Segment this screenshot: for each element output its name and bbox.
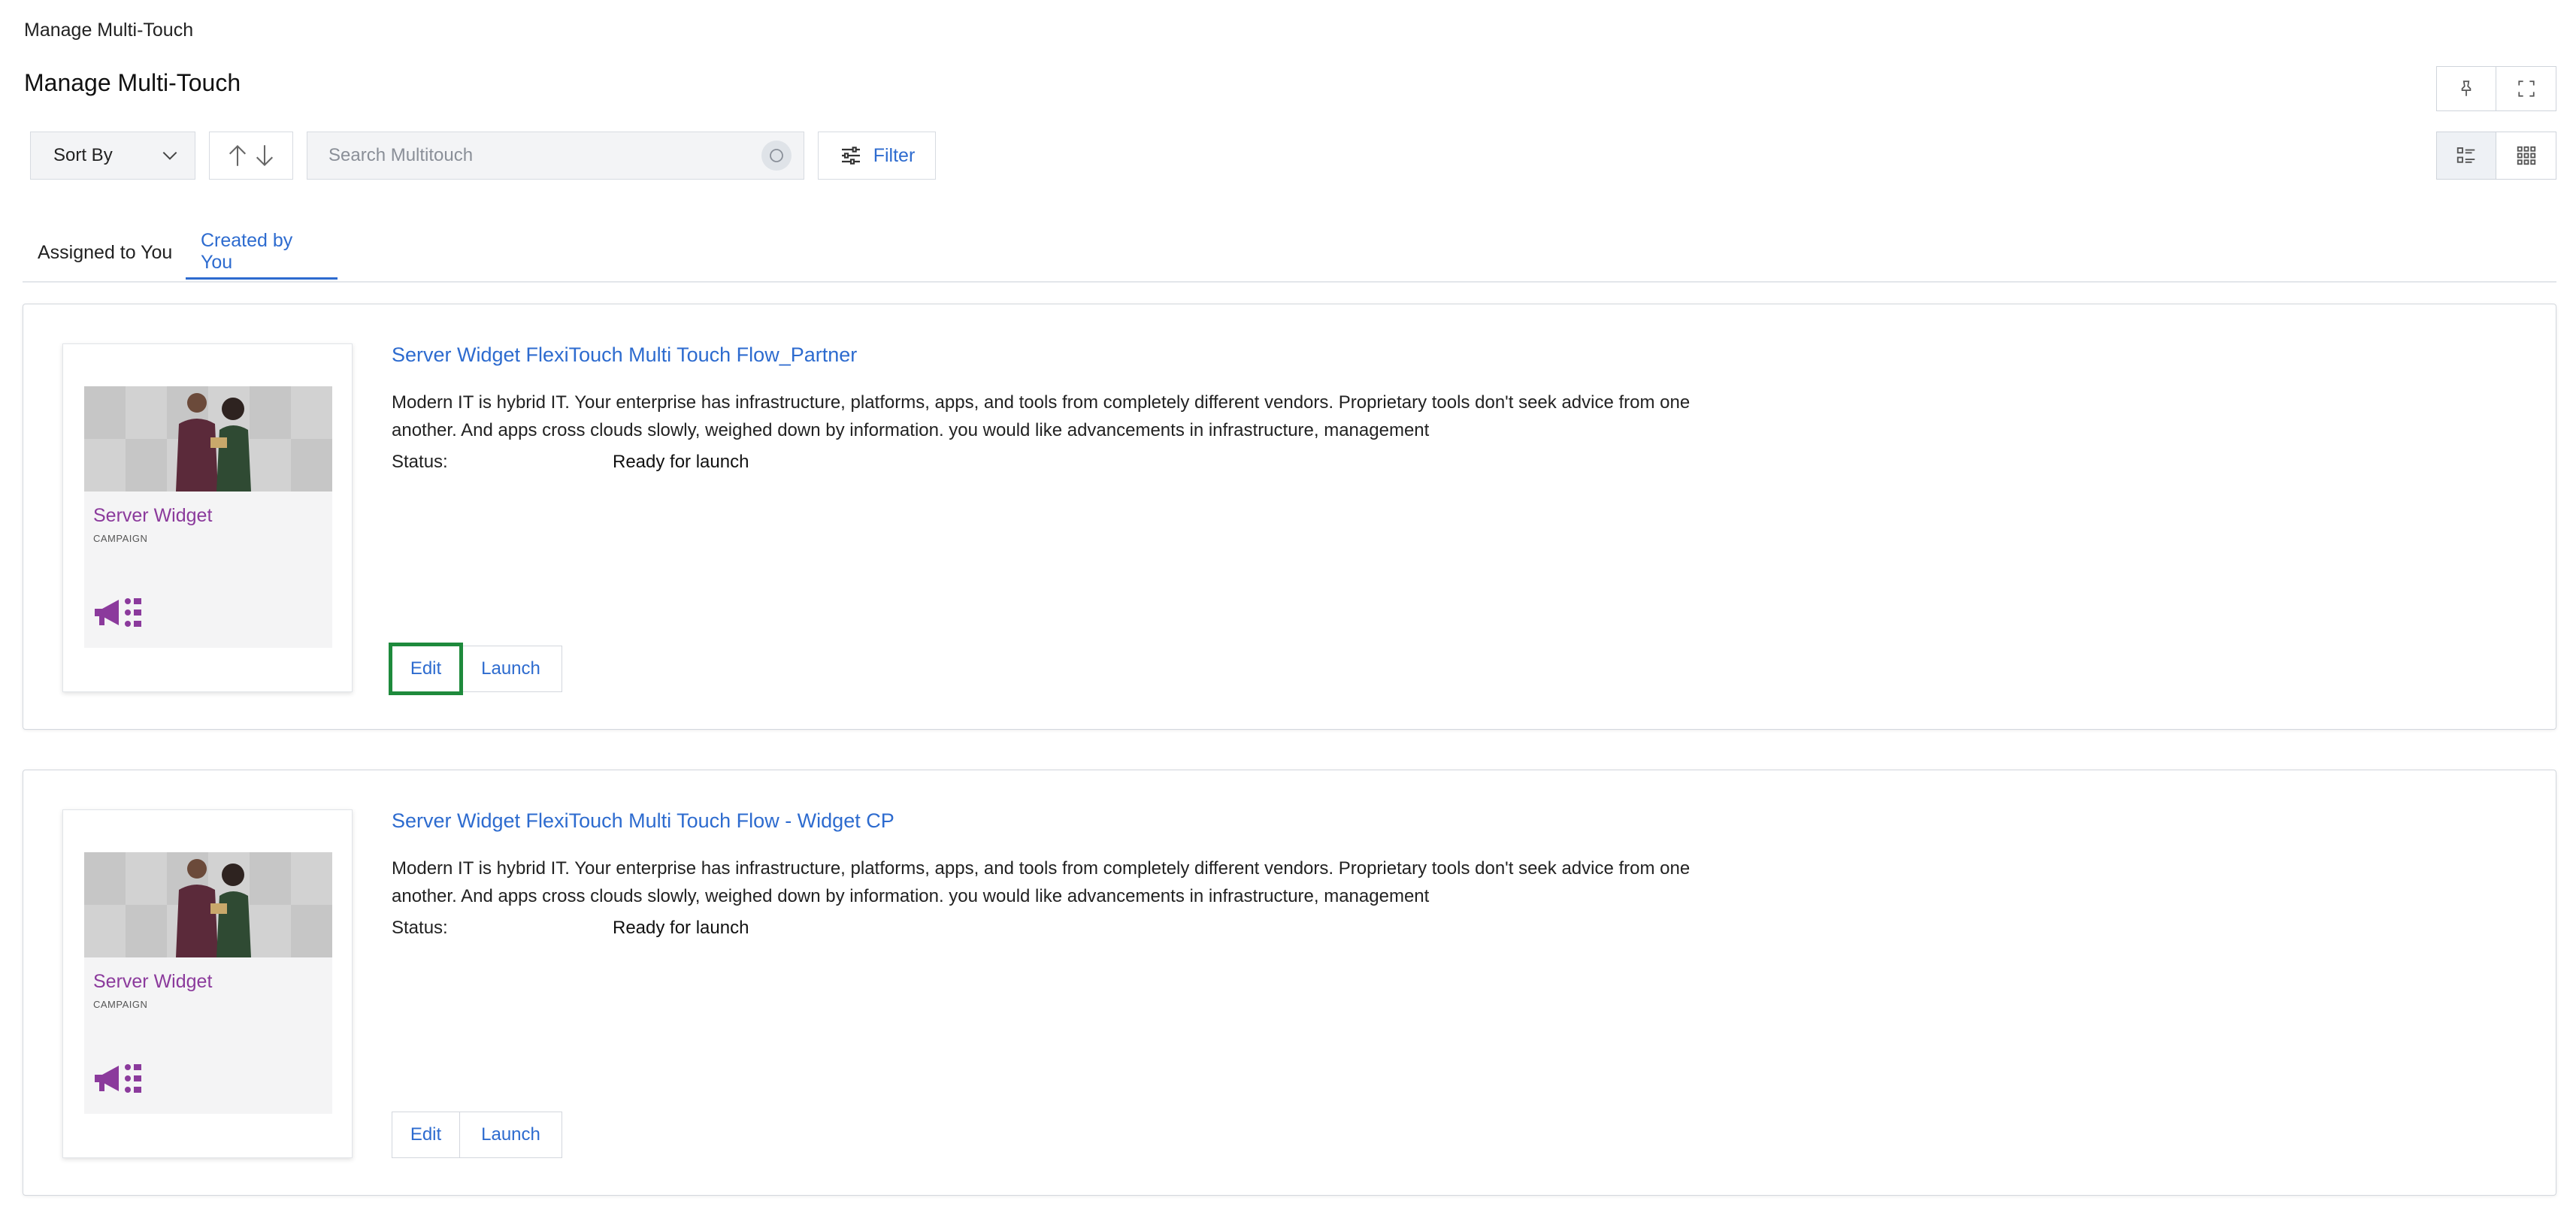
grid-view-button[interactable] (2496, 132, 2556, 180)
grid-view-icon (2517, 146, 2535, 165)
thumbnail-subtitle: CAMPAIGN (93, 999, 148, 1010)
campaign-thumbnail[interactable]: Server Widget CAMPAIGN (62, 809, 353, 1158)
list-view-icon (2456, 147, 2475, 163)
sort-down-icon (256, 145, 274, 167)
search-button[interactable] (761, 141, 792, 171)
toolbar: Sort By Filter (30, 132, 936, 180)
campaign-photo (84, 852, 332, 957)
sort-by-label: Sort By (53, 145, 113, 165)
status-value: Ready for launch (613, 452, 749, 472)
thumbnail-title: Server Widget (93, 971, 213, 992)
thumbnail-subtitle: CAMPAIGN (93, 533, 148, 544)
page-title: Manage Multi-Touch (24, 69, 241, 96)
search-box (307, 132, 804, 180)
launch-button[interactable]: Launch (460, 646, 562, 692)
breadcrumb[interactable]: Manage Multi-Touch (24, 20, 193, 41)
multitouch-card: Server Widget CAMPAIGN Server Widget Fle… (23, 304, 2556, 730)
megaphone-icon (95, 598, 141, 627)
card-description: Modern IT is hybrid IT. Your enterprise … (392, 392, 1691, 440)
sort-by-select[interactable]: Sort By (30, 132, 195, 180)
fullscreen-icon (2517, 80, 2535, 97)
status-label: Status: (392, 918, 448, 938)
card-actions: Edit Launch (389, 643, 562, 695)
launch-button[interactable]: Launch (460, 1112, 562, 1158)
filter-button[interactable]: Filter (818, 132, 936, 180)
tabs: Assigned to You Created by You (23, 225, 2556, 283)
tab-created-by-you[interactable]: Created by You (186, 225, 338, 280)
card-title[interactable]: Server Widget FlexiTouch Multi Touch Flo… (392, 343, 857, 367)
search-input[interactable] (327, 144, 751, 167)
search-icon (770, 149, 783, 162)
sort-direction-toggle[interactable] (209, 132, 293, 180)
card-description: Modern IT is hybrid IT. Your enterprise … (392, 858, 1691, 906)
multitouch-card: Server Widget CAMPAIGN Server Widget Fle… (23, 770, 2556, 1196)
megaphone-icon (95, 1064, 141, 1093)
view-toggle (2436, 132, 2556, 180)
edit-button[interactable]: Edit (389, 643, 463, 695)
tab-assigned-to-you[interactable]: Assigned to You (23, 225, 187, 280)
pin-icon (2461, 80, 2472, 96)
page-actions (2436, 66, 2556, 111)
campaign-thumbnail[interactable]: Server Widget CAMPAIGN (62, 343, 353, 692)
card-title[interactable]: Server Widget FlexiTouch Multi Touch Flo… (392, 809, 894, 833)
fullscreen-button[interactable] (2496, 66, 2556, 111)
status-value: Ready for launch (613, 918, 749, 938)
list-view-button[interactable] (2436, 132, 2496, 180)
thumbnail-title: Server Widget (93, 505, 213, 526)
status-label: Status: (392, 452, 448, 472)
campaign-photo (84, 386, 332, 492)
filter-sliders-icon (841, 147, 860, 165)
sort-up-icon (229, 144, 247, 166)
filter-label: Filter (873, 144, 916, 166)
chevron-down-icon (162, 151, 177, 160)
edit-button[interactable]: Edit (392, 1112, 460, 1158)
card-actions: Edit Launch (392, 1112, 562, 1158)
pin-button[interactable] (2436, 66, 2496, 111)
